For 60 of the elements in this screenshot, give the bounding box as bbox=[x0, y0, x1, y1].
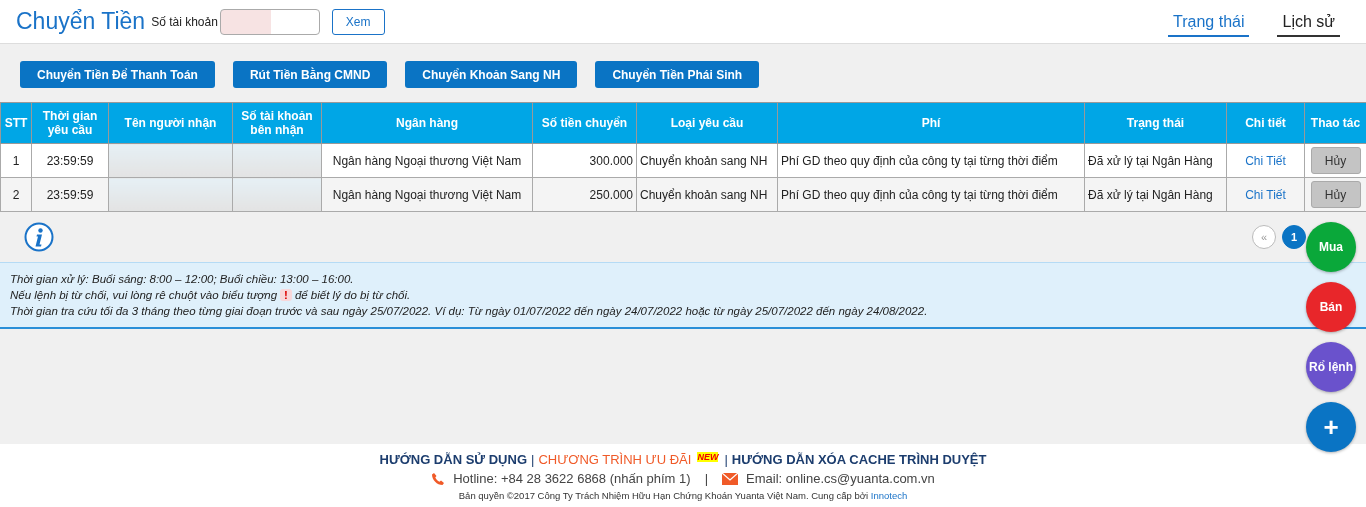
column-header: Loại yêu cầu bbox=[636, 102, 778, 144]
column-header: Phí bbox=[777, 102, 1085, 144]
column-header: Thao tác bbox=[1304, 102, 1366, 144]
phone-icon bbox=[431, 471, 446, 486]
separator: | bbox=[531, 452, 535, 467]
floating-button[interactable]: Mua bbox=[1306, 222, 1356, 272]
email-text: Email: online.cs@yuanta.com.vn bbox=[746, 471, 935, 486]
table-cell: 250.000 bbox=[532, 177, 637, 212]
floating-button[interactable]: Rổ lệnh bbox=[1306, 342, 1356, 392]
table-cell: 23:59:59 bbox=[31, 143, 109, 178]
footer-link[interactable]: CHƯƠNG TRÌNH ƯU ĐÃI bbox=[538, 452, 692, 467]
column-header: Số tài khoản bên nhận bbox=[232, 102, 322, 144]
table-cell: Ngân hàng Ngoại thương Việt Nam bbox=[321, 177, 533, 212]
action-button[interactable]: Chuyển Tiền Để Thanh Toán bbox=[20, 61, 215, 88]
tab[interactable]: Trạng thái bbox=[1168, 6, 1250, 37]
table-cell: Phí GD theo quy định của công ty tại từng thời điểm bbox=[777, 177, 1085, 212]
cancel-button[interactable]: Hủy bbox=[1310, 147, 1361, 174]
column-header: Trạng thái bbox=[1084, 102, 1227, 144]
page-title: Chuyển Tiền bbox=[16, 8, 146, 35]
provider-link[interactable]: Innotech bbox=[870, 490, 908, 501]
note-text: Thời gian tra cứu tối đa 3 tháng theo từng giai đoạn trước và sau ngày 25/07/2022. Ví dụ: Từ ngày 01/07/2022 đến ngày 24/07/2022 hoặc từ ngày 25/07/2022 đến ngày 24/08/2022. bbox=[10, 305, 928, 317]
page-button[interactable]: 1 bbox=[1282, 225, 1306, 249]
column-header: Tên người nhận bbox=[108, 102, 233, 144]
column-header: Ngân hàng bbox=[321, 102, 533, 144]
action-button[interactable]: Chuyển Khoản Sang NH bbox=[405, 61, 578, 88]
tab[interactable]: Lịch sử bbox=[1277, 6, 1340, 37]
table-cell: Đã xử lý tại Ngân Hàng bbox=[1084, 143, 1227, 178]
cancel-button[interactable]: Hủy bbox=[1310, 181, 1361, 208]
table-cell: Ngân hàng Ngoại thương Việt Nam bbox=[321, 143, 533, 178]
footer-link[interactable]: HƯỚNG DẪN XÓA CACHE TRÌNH DUYỆT bbox=[731, 452, 987, 467]
column-header: Chi tiết bbox=[1226, 102, 1305, 144]
column-header: STT bbox=[0, 102, 32, 144]
footer-link[interactable]: HƯỚNG DẪN SỬ DỤNG bbox=[379, 452, 527, 467]
previous-page-button[interactable]: « bbox=[1252, 225, 1276, 249]
view-button[interactable]: Xem bbox=[331, 8, 385, 35]
account-field[interactable] bbox=[219, 8, 320, 35]
note-text: để biết lý do bị từ chối. bbox=[294, 289, 411, 301]
table-cell: 300.000 bbox=[532, 143, 637, 178]
action-button[interactable]: Rút Tiền Bằng CMND bbox=[232, 61, 388, 88]
column-header: Số tiền chuyển bbox=[532, 102, 637, 144]
table-cell: Chuyển khoản sang NH bbox=[636, 143, 778, 178]
table-cell: 23:59:59 bbox=[31, 177, 109, 212]
account-label: Số tài khoản bbox=[151, 14, 218, 29]
warning-icon: ! bbox=[280, 289, 292, 301]
table-cell: Phí GD theo quy định của công ty tại từng thời điểm bbox=[777, 143, 1085, 178]
copyright-text: Bản quyền ©2017 Công Ty Trách Nhiệm Hữu Hạn Chứng Khoán Yuanta Việt Nam. Cung cấp bởi Innotech bbox=[458, 490, 908, 501]
mail-icon bbox=[722, 472, 738, 485]
table-cell: 1 bbox=[0, 143, 32, 178]
column-header: Thời gian yêu cầu bbox=[31, 102, 109, 144]
separator: | bbox=[704, 471, 708, 486]
note-text: Thời gian xử lý: Buổi sáng: 8:00 – 12:00; Buổi chiều: 13:00 – 16:00. bbox=[10, 273, 354, 285]
separator: | bbox=[724, 452, 728, 467]
table-cell: Chuyển khoản sang NH bbox=[636, 177, 778, 212]
note-text: Nếu lệnh bị từ chối, vui lòng rê chuột vào biểu tượng bbox=[10, 289, 278, 301]
hotline-text: Hotline: +84 28 3622 6868 (nhấn phím 1) bbox=[453, 471, 691, 486]
floating-button[interactable]: + bbox=[1306, 402, 1356, 452]
action-button[interactable]: Chuyển Tiền Phái Sinh bbox=[595, 61, 760, 88]
info-icon[interactable] bbox=[24, 222, 54, 252]
table-cell: Đã xử lý tại Ngân Hàng bbox=[1084, 177, 1227, 212]
table-cell: 2 bbox=[0, 177, 32, 212]
